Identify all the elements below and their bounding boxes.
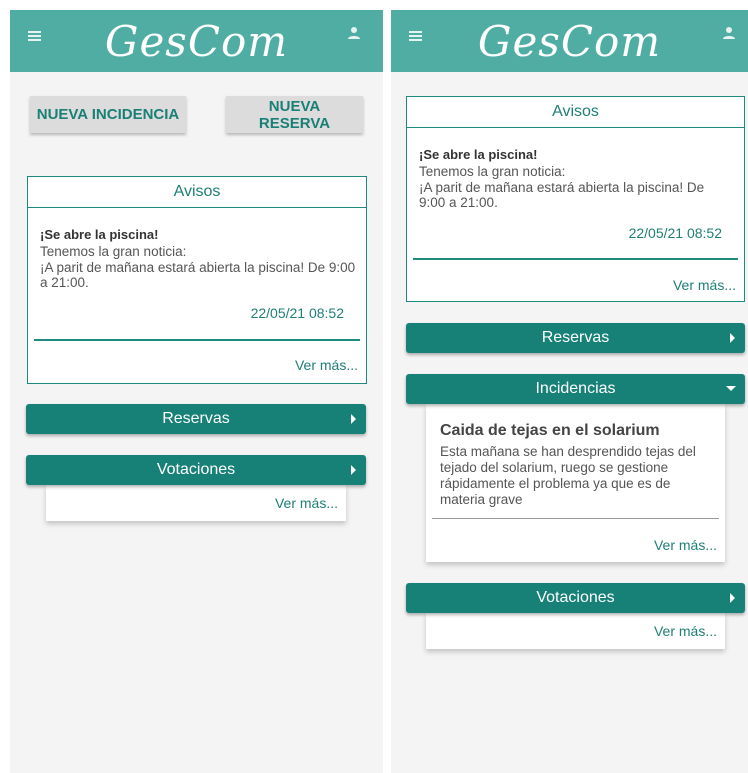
notice-line-2: ¡A parit de mañana estará abierta la pis… [40, 260, 356, 290]
section-votes[interactable]: Votaciones [406, 583, 745, 613]
app-bar: GesCom [10, 10, 383, 72]
notices-more-link[interactable]: Ver más... [673, 277, 736, 293]
screen-home-expanded: GesCom Avisos ¡Se abre la piscina! Tenem… [391, 10, 748, 773]
user-icon[interactable] [722, 26, 736, 40]
caret-right-icon [351, 414, 356, 424]
card-divider [413, 258, 738, 260]
notices-title: Avisos [407, 97, 744, 128]
incident-description: Esta mañana se han desprendido tejas del… [440, 444, 696, 507]
section-reservations[interactable]: Reservas [406, 323, 745, 353]
section-incidents-label: Incidencias [535, 380, 616, 397]
app-title: GesCom [477, 17, 662, 66]
votes-more-link[interactable]: Ver más... [275, 495, 338, 511]
app-bar: GesCom [391, 10, 748, 72]
notice-date: 22/05/21 08:52 [250, 305, 344, 321]
notices-title: Avisos [28, 177, 366, 208]
incidents-more-link[interactable]: Ver más... [654, 537, 717, 553]
panel-divider [432, 518, 719, 519]
votes-more-link[interactable]: Ver más... [654, 623, 717, 639]
notices-card: Avisos ¡Se abre la piscina! Tenemos la g… [406, 96, 745, 302]
caret-right-icon [730, 593, 735, 603]
section-reservations[interactable]: Reservas [26, 404, 366, 434]
caret-right-icon [351, 465, 356, 475]
section-incidents[interactable]: Incidencias [406, 374, 745, 404]
section-reservations-label: Reservas [162, 410, 230, 427]
section-votes-label: Votaciones [156, 461, 236, 478]
new-incident-button[interactable]: NUEVA INCIDENCIA [30, 96, 186, 133]
votes-panel: Ver más... [426, 613, 725, 649]
incidents-panel: Caida de tejas en el solarium Esta mañan… [426, 404, 725, 562]
notice-line-2: ¡A parit de mañana estará abierta la pis… [419, 180, 705, 210]
notices-more-link[interactable]: Ver más... [295, 357, 358, 373]
section-votes-label: Votaciones [536, 589, 615, 606]
votes-panel: Ver más... [46, 485, 346, 521]
caret-down-icon [726, 386, 736, 391]
notice-date: 22/05/21 08:52 [628, 225, 722, 241]
app-title: GesCom [104, 17, 289, 66]
section-votes[interactable]: Votaciones [26, 455, 366, 485]
notice-title: ¡Se abre la piscina! [40, 227, 159, 242]
new-reservation-button[interactable]: NUEVA RESERVA [226, 96, 363, 133]
notices-card: Avisos ¡Se abre la piscina! Tenemos la g… [27, 176, 367, 384]
incident-title[interactable]: Caida de tejas en el solarium [440, 422, 660, 440]
card-divider [34, 339, 360, 341]
notice-line-1: Tenemos la gran noticia: [40, 244, 187, 259]
notice-title: ¡Se abre la piscina! [419, 147, 538, 162]
caret-right-icon [730, 333, 735, 343]
section-reservations-label: Reservas [541, 329, 610, 346]
notice-line-1: Tenemos la gran noticia: [419, 164, 566, 179]
screen-home: GesCom NUEVA INCIDENCIA NUEVA RESERVA Av… [10, 10, 383, 773]
user-icon[interactable] [347, 26, 361, 40]
